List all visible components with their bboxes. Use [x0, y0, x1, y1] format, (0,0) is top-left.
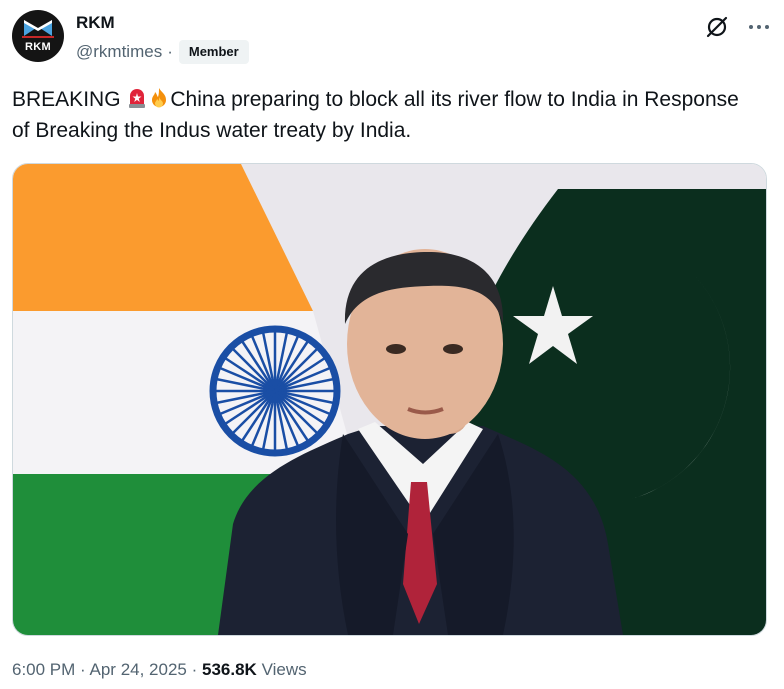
- post-time[interactable]: 6:00 PM: [12, 660, 75, 679]
- post-metadata: 6:00 PM · Apr 24, 2025 · 536.8K Views: [12, 659, 307, 681]
- post-media-image[interactable]: [12, 163, 767, 636]
- author-info: RKM @rkmtimes · Member: [76, 12, 249, 64]
- more-options-icon[interactable]: [746, 14, 772, 40]
- user-handle[interactable]: @rkmtimes: [76, 41, 162, 63]
- avatar-text: RKM: [25, 41, 51, 53]
- avatar[interactable]: RKM: [12, 10, 64, 62]
- media-illustration: [13, 164, 766, 635]
- post-text-prefix: BREAKING: [12, 88, 121, 111]
- ashoka-chakra-icon: [209, 325, 341, 457]
- avatar-logo-icon: [22, 20, 54, 38]
- handle-row: @rkmtimes · Member: [76, 40, 249, 64]
- post-text: BREAKING China preparing to block all it…: [12, 84, 752, 146]
- grok-icon[interactable]: [704, 14, 730, 40]
- separator-dot: ·: [191, 660, 198, 679]
- post-text-body: China preparing to block all its river f…: [12, 88, 739, 142]
- post-date[interactable]: Apr 24, 2025: [90, 660, 187, 679]
- fire-emoji-icon: [152, 88, 167, 108]
- post-header: RKM RKM @rkmtimes · Member: [12, 10, 772, 66]
- display-name[interactable]: RKM: [76, 12, 249, 34]
- views-count: 536.8K: [202, 660, 257, 679]
- member-badge[interactable]: Member: [178, 40, 249, 64]
- views-label: Views: [261, 660, 307, 679]
- siren-emoji-icon: [129, 89, 146, 108]
- separator-dot: ·: [167, 42, 173, 61]
- separator-dot: ·: [80, 660, 86, 679]
